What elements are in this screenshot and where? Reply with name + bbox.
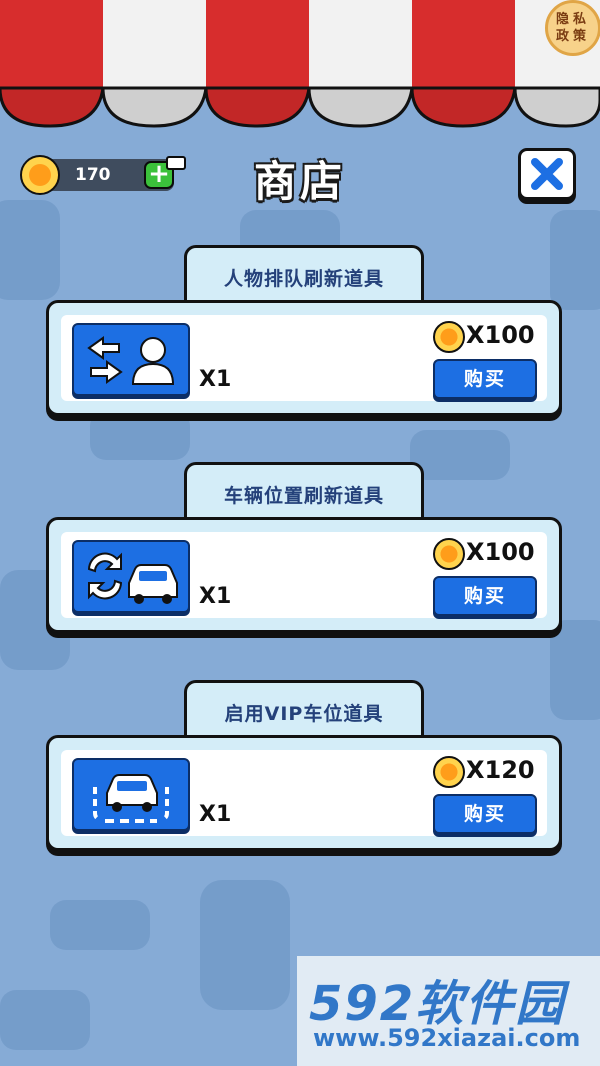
item-price: X100 xyxy=(466,538,535,566)
close-icon xyxy=(531,158,563,190)
vip-parking-icon xyxy=(72,758,190,831)
item-price: X100 xyxy=(466,321,535,349)
item-price: X120 xyxy=(466,756,535,784)
item-card-inner: X1 X100 购买 xyxy=(61,532,547,618)
privacy-policy-button[interactable]: 隐私 政策 xyxy=(545,0,600,56)
buy-button[interactable]: 购买 xyxy=(433,359,537,399)
privacy-line2: 政策 xyxy=(555,29,590,44)
buy-button[interactable]: 购买 xyxy=(433,794,537,834)
item-card: X1 X100 购买 xyxy=(46,300,562,416)
item-title: 车辆位置刷新道具 xyxy=(184,462,424,522)
item-quantity: X1 xyxy=(199,584,232,609)
background-car-icon xyxy=(50,900,150,950)
item-card: X1 X100 购买 xyxy=(46,517,562,633)
close-button[interactable] xyxy=(518,148,576,200)
item-card-inner: X1 X120 购买 xyxy=(61,750,547,836)
coin-icon xyxy=(433,538,465,570)
item-quantity: X1 xyxy=(199,367,232,392)
item-title: 启用VIP车位道具 xyxy=(184,680,424,740)
privacy-line1: 隐私 xyxy=(555,12,590,27)
shop-awning xyxy=(0,0,600,128)
buy-button[interactable]: 购买 xyxy=(433,576,537,616)
item-card: X1 X120 购买 xyxy=(46,735,562,851)
item-title: 人物排队刷新道具 xyxy=(184,245,424,305)
coin-icon xyxy=(433,756,465,788)
background-car-icon xyxy=(0,990,90,1050)
coin-icon xyxy=(433,321,465,353)
watermark-url: www.592xiazai.com xyxy=(313,1024,581,1052)
refresh-car-icon xyxy=(72,540,190,613)
page-title: 商店 xyxy=(253,157,346,206)
item-quantity: X1 xyxy=(199,802,232,827)
background-car-icon xyxy=(200,880,290,1010)
swap-person-icon xyxy=(72,323,190,396)
watermark: 592软件园 www.592xiazai.com xyxy=(297,956,600,1066)
item-card-inner: X1 X100 购买 xyxy=(61,315,547,401)
